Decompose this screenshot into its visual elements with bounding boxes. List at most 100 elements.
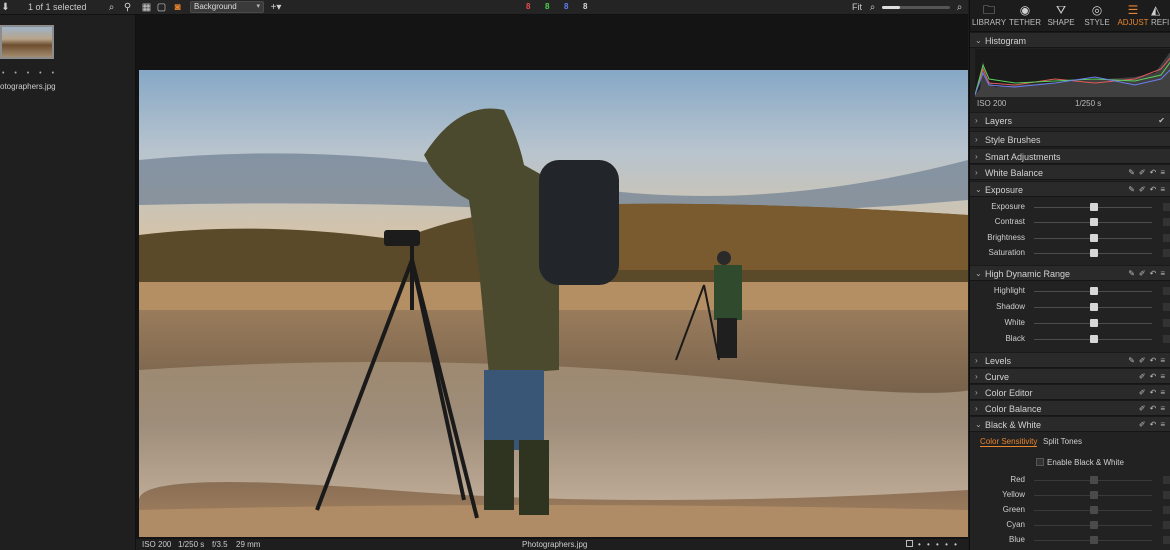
slider-black[interactable]: Black xyxy=(970,332,1170,346)
slider-handle[interactable] xyxy=(1090,203,1098,211)
viewer-mode-icon[interactable]: ◙ xyxy=(172,2,183,13)
tab-library-label: LIBRARY xyxy=(971,18,1007,27)
search-icon[interactable]: ⌕ xyxy=(106,2,117,13)
slider-label: Exposure xyxy=(991,202,1025,211)
slider-handle[interactable] xyxy=(1090,476,1098,484)
slider-handle[interactable] xyxy=(1090,234,1098,242)
tab-style[interactable]: ◎ STYLE xyxy=(1079,3,1115,27)
section-curve[interactable]: › Curve ✐↶≡ xyxy=(970,368,1170,384)
section-action-icons[interactable]: ✐↶≡ xyxy=(1139,388,1169,397)
slider-handle[interactable] xyxy=(1090,536,1098,544)
slider-value-box[interactable] xyxy=(1163,521,1170,529)
section-histogram[interactable]: ⌄ Histogram xyxy=(970,32,1170,48)
slider-value-box[interactable] xyxy=(1163,249,1170,257)
slider-value-box[interactable] xyxy=(1163,506,1170,514)
slider-bw-green[interactable]: Green xyxy=(970,503,1170,517)
section-action-icons[interactable]: ✎✐↶≡ xyxy=(1128,269,1169,278)
slider-value-box[interactable] xyxy=(1163,234,1170,242)
slider-value-box[interactable] xyxy=(1163,476,1170,484)
slider-bw-blue[interactable]: Blue xyxy=(970,533,1170,547)
section-black-white[interactable]: ⌄ Black & White ✐↶≡ xyxy=(970,416,1170,432)
slider-handle[interactable] xyxy=(1090,303,1098,311)
section-action-icons[interactable]: ✎✐↶≡ xyxy=(1128,356,1169,365)
slider-handle[interactable] xyxy=(1090,491,1098,499)
slider-value-box[interactable] xyxy=(1163,218,1170,226)
section-action-icons[interactable]: ✐↶≡ xyxy=(1139,404,1169,413)
slider-highlight[interactable]: Highlight xyxy=(970,284,1170,298)
slider-saturation[interactable]: Saturation xyxy=(970,246,1170,260)
zoom-in-icon[interactable]: ⌕ xyxy=(954,2,965,13)
section-action-icons[interactable]: ✎✐↶≡ xyxy=(1128,168,1169,177)
slider-value-box[interactable] xyxy=(1163,536,1170,544)
slider-value-box[interactable] xyxy=(1163,287,1170,295)
slider-handle[interactable] xyxy=(1090,249,1098,257)
tab-split-tones[interactable]: Split Tones xyxy=(1043,437,1082,446)
section-action-icons[interactable]: ✎✐↶≡ xyxy=(1128,185,1169,194)
slider-handle[interactable] xyxy=(1090,319,1098,327)
slider-handle[interactable] xyxy=(1090,521,1098,529)
histogram-iso: ISO 200 xyxy=(977,99,1007,108)
section-title: Exposure xyxy=(985,185,1024,195)
check-icon[interactable]: ✔ xyxy=(1158,116,1169,125)
enable-bw-checkbox[interactable] xyxy=(1036,458,1044,466)
slider-white[interactable]: White xyxy=(970,316,1170,330)
section-action-icons[interactable]: ✐↶≡ xyxy=(1139,420,1169,429)
slider-bw-yellow[interactable]: Yellow xyxy=(970,488,1170,502)
tab-library[interactable]: 🗀 LIBRARY xyxy=(971,3,1007,27)
slider-handle[interactable] xyxy=(1090,287,1098,295)
slider-handle[interactable] xyxy=(1090,506,1098,514)
zoom-icon[interactable]: ⚲ xyxy=(122,2,133,13)
count-green: 8 xyxy=(545,2,550,11)
count-blue: 8 xyxy=(564,2,569,11)
chevron-right-icon: › xyxy=(975,168,978,177)
slider-handle[interactable] xyxy=(1090,335,1098,343)
import-icon[interactable]: ⬇ xyxy=(0,2,11,13)
single-view-icon[interactable]: ▢ xyxy=(156,2,167,13)
slider-shadow[interactable]: Shadow xyxy=(970,300,1170,314)
section-white-balance[interactable]: › White Balance ✎✐↶≡ xyxy=(970,164,1170,180)
main-photo[interactable] xyxy=(139,70,968,537)
slider-bw-red[interactable]: Red xyxy=(970,473,1170,487)
zoom-out-icon[interactable]: ⌕ xyxy=(867,2,878,13)
chevron-down-icon: ⌄ xyxy=(975,36,982,45)
section-exposure[interactable]: ⌄ Exposure ✎✐↶≡ xyxy=(970,181,1170,197)
bw-tabs: Color Sensitivity Split Tones xyxy=(970,435,1170,449)
add-layer-icon[interactable]: +▾ xyxy=(268,2,284,13)
slider-value-box[interactable] xyxy=(1163,203,1170,211)
section-hdr[interactable]: ⌄ High Dynamic Range ✎✐↶≡ xyxy=(970,265,1170,281)
status-shutter: 1/250 s xyxy=(178,540,205,549)
section-color-editor[interactable]: › Color Editor ✐↶≡ xyxy=(970,384,1170,400)
zoom-slider[interactable] xyxy=(882,6,950,9)
rating-stars[interactable]: • • • • • xyxy=(2,70,58,77)
section-style-brushes[interactable]: › Style Brushes xyxy=(970,131,1170,147)
slider-brightness[interactable]: Brightness xyxy=(970,231,1170,245)
slider-bw-cyan[interactable]: Cyan xyxy=(970,518,1170,532)
slider-value-box[interactable] xyxy=(1163,335,1170,343)
chevron-down-icon: ⌄ xyxy=(975,185,982,194)
frame-icon[interactable] xyxy=(906,540,913,547)
section-action-icons[interactable]: ✐↶≡ xyxy=(1139,372,1169,381)
tab-refine[interactable]: ◭ REFI xyxy=(1151,3,1170,27)
section-color-balance[interactable]: › Color Balance ✐↶≡ xyxy=(970,400,1170,416)
tab-refine-label: REFI xyxy=(1151,18,1170,27)
section-layers[interactable]: › Layers ✔ xyxy=(970,112,1170,128)
tab-adjust-label: ADJUST xyxy=(1117,18,1149,27)
layer-select[interactable]: Background ▾ xyxy=(190,1,264,13)
fit-label[interactable]: Fit xyxy=(852,2,862,12)
slider-label: White xyxy=(1004,318,1025,327)
slider-handle[interactable] xyxy=(1090,218,1098,226)
section-levels[interactable]: › Levels ✎✐↶≡ xyxy=(970,352,1170,368)
slider-contrast[interactable]: Contrast xyxy=(970,215,1170,229)
thumbnail-image[interactable] xyxy=(0,25,54,59)
tab-tether[interactable]: ◉ TETHER xyxy=(1007,3,1043,27)
tab-adjust[interactable]: ☰ ADJUST xyxy=(1115,3,1151,27)
section-smart-adjustments[interactable]: › Smart Adjustments xyxy=(970,148,1170,164)
slider-value-box[interactable] xyxy=(1163,491,1170,499)
grid-view-icon[interactable]: ▦ xyxy=(141,2,152,13)
tab-color-sensitivity[interactable]: Color Sensitivity xyxy=(980,437,1038,447)
slider-value-box[interactable] xyxy=(1163,303,1170,311)
page-dots[interactable]: • • • • • xyxy=(918,540,959,549)
tab-shape[interactable]: ⛛ SHAPE xyxy=(1043,3,1079,27)
slider-value-box[interactable] xyxy=(1163,319,1170,327)
slider-exposure[interactable]: Exposure xyxy=(970,200,1170,214)
